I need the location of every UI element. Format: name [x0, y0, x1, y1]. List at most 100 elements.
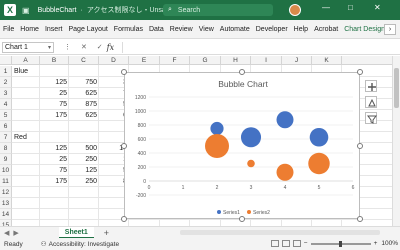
row-header-2[interactable]: 2: [0, 77, 12, 88]
chart-resize-handle[interactable]: [357, 142, 363, 149]
cell-value[interactable]: 125: [69, 165, 99, 176]
close-button[interactable]: ✕: [374, 3, 381, 12]
chart-resize-handle[interactable]: [121, 216, 127, 222]
cell-value[interactable]: 625: [69, 110, 99, 121]
tab-home[interactable]: Home: [17, 26, 42, 33]
save-icon[interactable]: ▣: [22, 6, 30, 15]
vertical-scrollbar[interactable]: [392, 56, 400, 236]
maximize-button[interactable]: □: [348, 3, 353, 12]
row-header-5[interactable]: 5: [0, 110, 12, 121]
chart-styles-button[interactable]: [365, 96, 377, 108]
column-header-d[interactable]: D: [99, 56, 129, 65]
cell-value[interactable]: 625: [69, 88, 99, 99]
row-header-3[interactable]: 3: [0, 88, 12, 99]
tab-chart-design[interactable]: Chart Design: [341, 26, 388, 33]
column-header-a[interactable]: A: [12, 56, 40, 65]
row-header-8[interactable]: 8: [0, 143, 12, 154]
row-header-12[interactable]: 12: [0, 187, 12, 198]
minimize-button[interactable]: —: [322, 3, 330, 12]
cell-value[interactable]: 750: [69, 77, 99, 88]
accessibility-status[interactable]: ⚇ Accessibility: Investigate: [41, 240, 119, 248]
bubble-series1-point-1: [210, 121, 224, 136]
column-header-h[interactable]: H: [221, 56, 251, 65]
chart-resize-handle[interactable]: [239, 69, 245, 75]
normal-view-icon[interactable]: [270, 240, 279, 247]
cell-value[interactable]: Blue: [14, 66, 42, 77]
column-header-g[interactable]: G: [190, 56, 221, 65]
column-header-i[interactable]: I: [251, 56, 282, 65]
cell-value[interactable]: 250: [69, 154, 99, 165]
chart-resize-handle[interactable]: [357, 216, 363, 222]
column-header-f[interactable]: F: [160, 56, 190, 65]
tab-insert[interactable]: Insert: [42, 26, 66, 33]
tab-file[interactable]: File: [0, 26, 17, 33]
cell-value[interactable]: 175: [40, 176, 69, 187]
user-avatar[interactable]: [289, 4, 301, 16]
add-sheet-icon[interactable]: +: [104, 228, 109, 238]
tab-formulas[interactable]: Formulas: [111, 26, 146, 33]
formula-actions-icon[interactable]: ⋮ ✕ ✓: [64, 43, 107, 51]
cell-value[interactable]: 75: [40, 99, 69, 110]
page-layout-view-icon[interactable]: [281, 240, 290, 247]
name-box[interactable]: Chart 1 ▾: [2, 41, 54, 53]
chart-resize-handle[interactable]: [239, 216, 245, 222]
search-icon: ⌕: [168, 6, 172, 13]
column-header-k[interactable]: K: [312, 56, 342, 65]
cell-value[interactable]: 25: [40, 154, 69, 165]
zoom-slider-knob[interactable]: [338, 240, 342, 247]
cell-value[interactable]: 125: [40, 143, 69, 154]
insert-function-icon[interactable]: fx: [107, 43, 114, 52]
page-break-view-icon[interactable]: [292, 240, 301, 247]
tab-automate[interactable]: Automate: [217, 26, 253, 33]
row-header-13[interactable]: 13: [0, 198, 12, 209]
legend-label-series2: Series2: [253, 210, 270, 216]
cell-value[interactable]: 175: [40, 110, 69, 121]
zoom-level[interactable]: 100%: [381, 240, 398, 247]
cell-value[interactable]: 25: [40, 88, 69, 99]
cell-value[interactable]: 125: [40, 77, 69, 88]
bubble-chart[interactable]: Bubble Chart -200 0 200 400 600 800 1000 1200 0 1 2…: [124, 72, 360, 219]
row-header-1[interactable]: 1: [0, 66, 12, 77]
cell-value[interactable]: 500: [69, 143, 99, 154]
row-header-14[interactable]: 14: [0, 209, 12, 220]
excel-logo-icon: X: [4, 4, 16, 16]
select-all-corner[interactable]: [0, 56, 12, 65]
ribbon-more-button[interactable]: ›: [384, 24, 396, 35]
tab-acrobat[interactable]: Acrobat: [311, 26, 341, 33]
tab-help[interactable]: Help: [291, 26, 311, 33]
sheet-tab-sheet1[interactable]: Sheet1: [58, 226, 94, 239]
vertical-scroll-thumb[interactable]: [394, 68, 399, 108]
zoom-in-button[interactable]: +: [374, 240, 378, 247]
tab-page-layout[interactable]: Page Layout: [65, 26, 110, 33]
row-header-7[interactable]: 7: [0, 132, 12, 143]
chart-resize-handle[interactable]: [357, 69, 363, 75]
tab-developer[interactable]: Developer: [253, 26, 291, 33]
sheet-next-icon[interactable]: ▶: [13, 229, 18, 237]
cell-value[interactable]: 250: [69, 176, 99, 187]
chart-resize-handle[interactable]: [121, 69, 127, 75]
tab-data[interactable]: Data: [146, 26, 167, 33]
column-header-j[interactable]: J: [282, 56, 312, 65]
row-header-6[interactable]: 6: [0, 121, 12, 132]
chart-filters-button[interactable]: [365, 112, 377, 124]
row-header-4[interactable]: 4: [0, 99, 12, 110]
formula-input[interactable]: [122, 41, 400, 53]
row-header-9[interactable]: 9: [0, 154, 12, 165]
sheet-prev-icon[interactable]: ◀: [4, 229, 9, 237]
chart-resize-handle[interactable]: [121, 142, 127, 149]
tab-view[interactable]: View: [196, 26, 217, 33]
row-header-11[interactable]: 11: [0, 176, 12, 187]
cell-value[interactable]: 875: [69, 99, 99, 110]
column-header-e[interactable]: E: [129, 56, 160, 65]
column-header-b[interactable]: B: [40, 56, 69, 65]
cell-value[interactable]: Red: [14, 132, 42, 143]
cell-value[interactable]: 75: [40, 165, 69, 176]
horizontal-scrollbar[interactable]: [180, 230, 380, 235]
zoom-out-button[interactable]: −: [304, 240, 308, 247]
search-input[interactable]: ⌕ Search: [163, 4, 273, 16]
chart-elements-button[interactable]: [365, 80, 377, 92]
tab-review[interactable]: Review: [167, 26, 196, 33]
column-header-c[interactable]: C: [69, 56, 99, 65]
row-header-10[interactable]: 10: [0, 165, 12, 176]
zoom-slider[interactable]: [310, 240, 371, 247]
